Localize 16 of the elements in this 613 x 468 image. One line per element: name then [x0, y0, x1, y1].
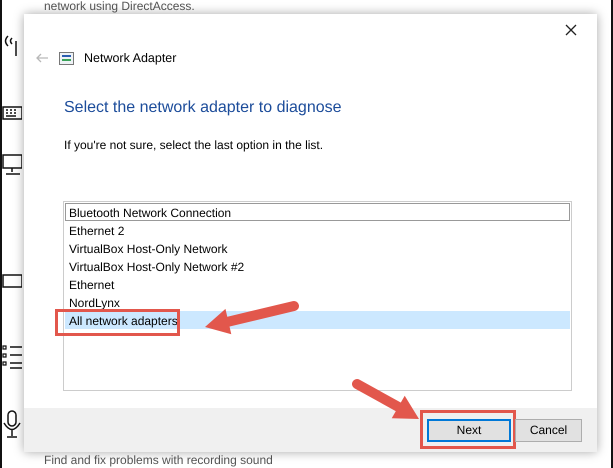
close-icon[interactable] [565, 24, 577, 36]
dialog-heading: Select the network adapter to diagnose [64, 99, 343, 117]
dialog-button[interactable]: Cancel [515, 418, 582, 442]
list-item[interactable]: All network adapters [65, 311, 570, 329]
list-item[interactable]: NordLynx [65, 293, 570, 311]
list-item[interactable]: Ethernet [65, 275, 570, 293]
network-adapter-icon [59, 52, 74, 64]
instruction-text: If you're not sure, select the last option in the list. [64, 138, 324, 152]
page-text: Find and fix problems with recording sound [44, 453, 273, 467]
list-item[interactable]: VirtualBox Host-Only Network [65, 239, 570, 257]
page-text: network using DirectAccess. [44, 0, 195, 13]
list-item[interactable]: Bluetooth Network Connection [65, 203, 570, 221]
list-item[interactable]: Ethernet 2 [65, 221, 570, 239]
dialog-title: Network Adapter [84, 51, 176, 65]
dialog-button[interactable]: Next [427, 418, 511, 442]
list-item[interactable]: VirtualBox Host-Only Network #2 [65, 257, 570, 275]
